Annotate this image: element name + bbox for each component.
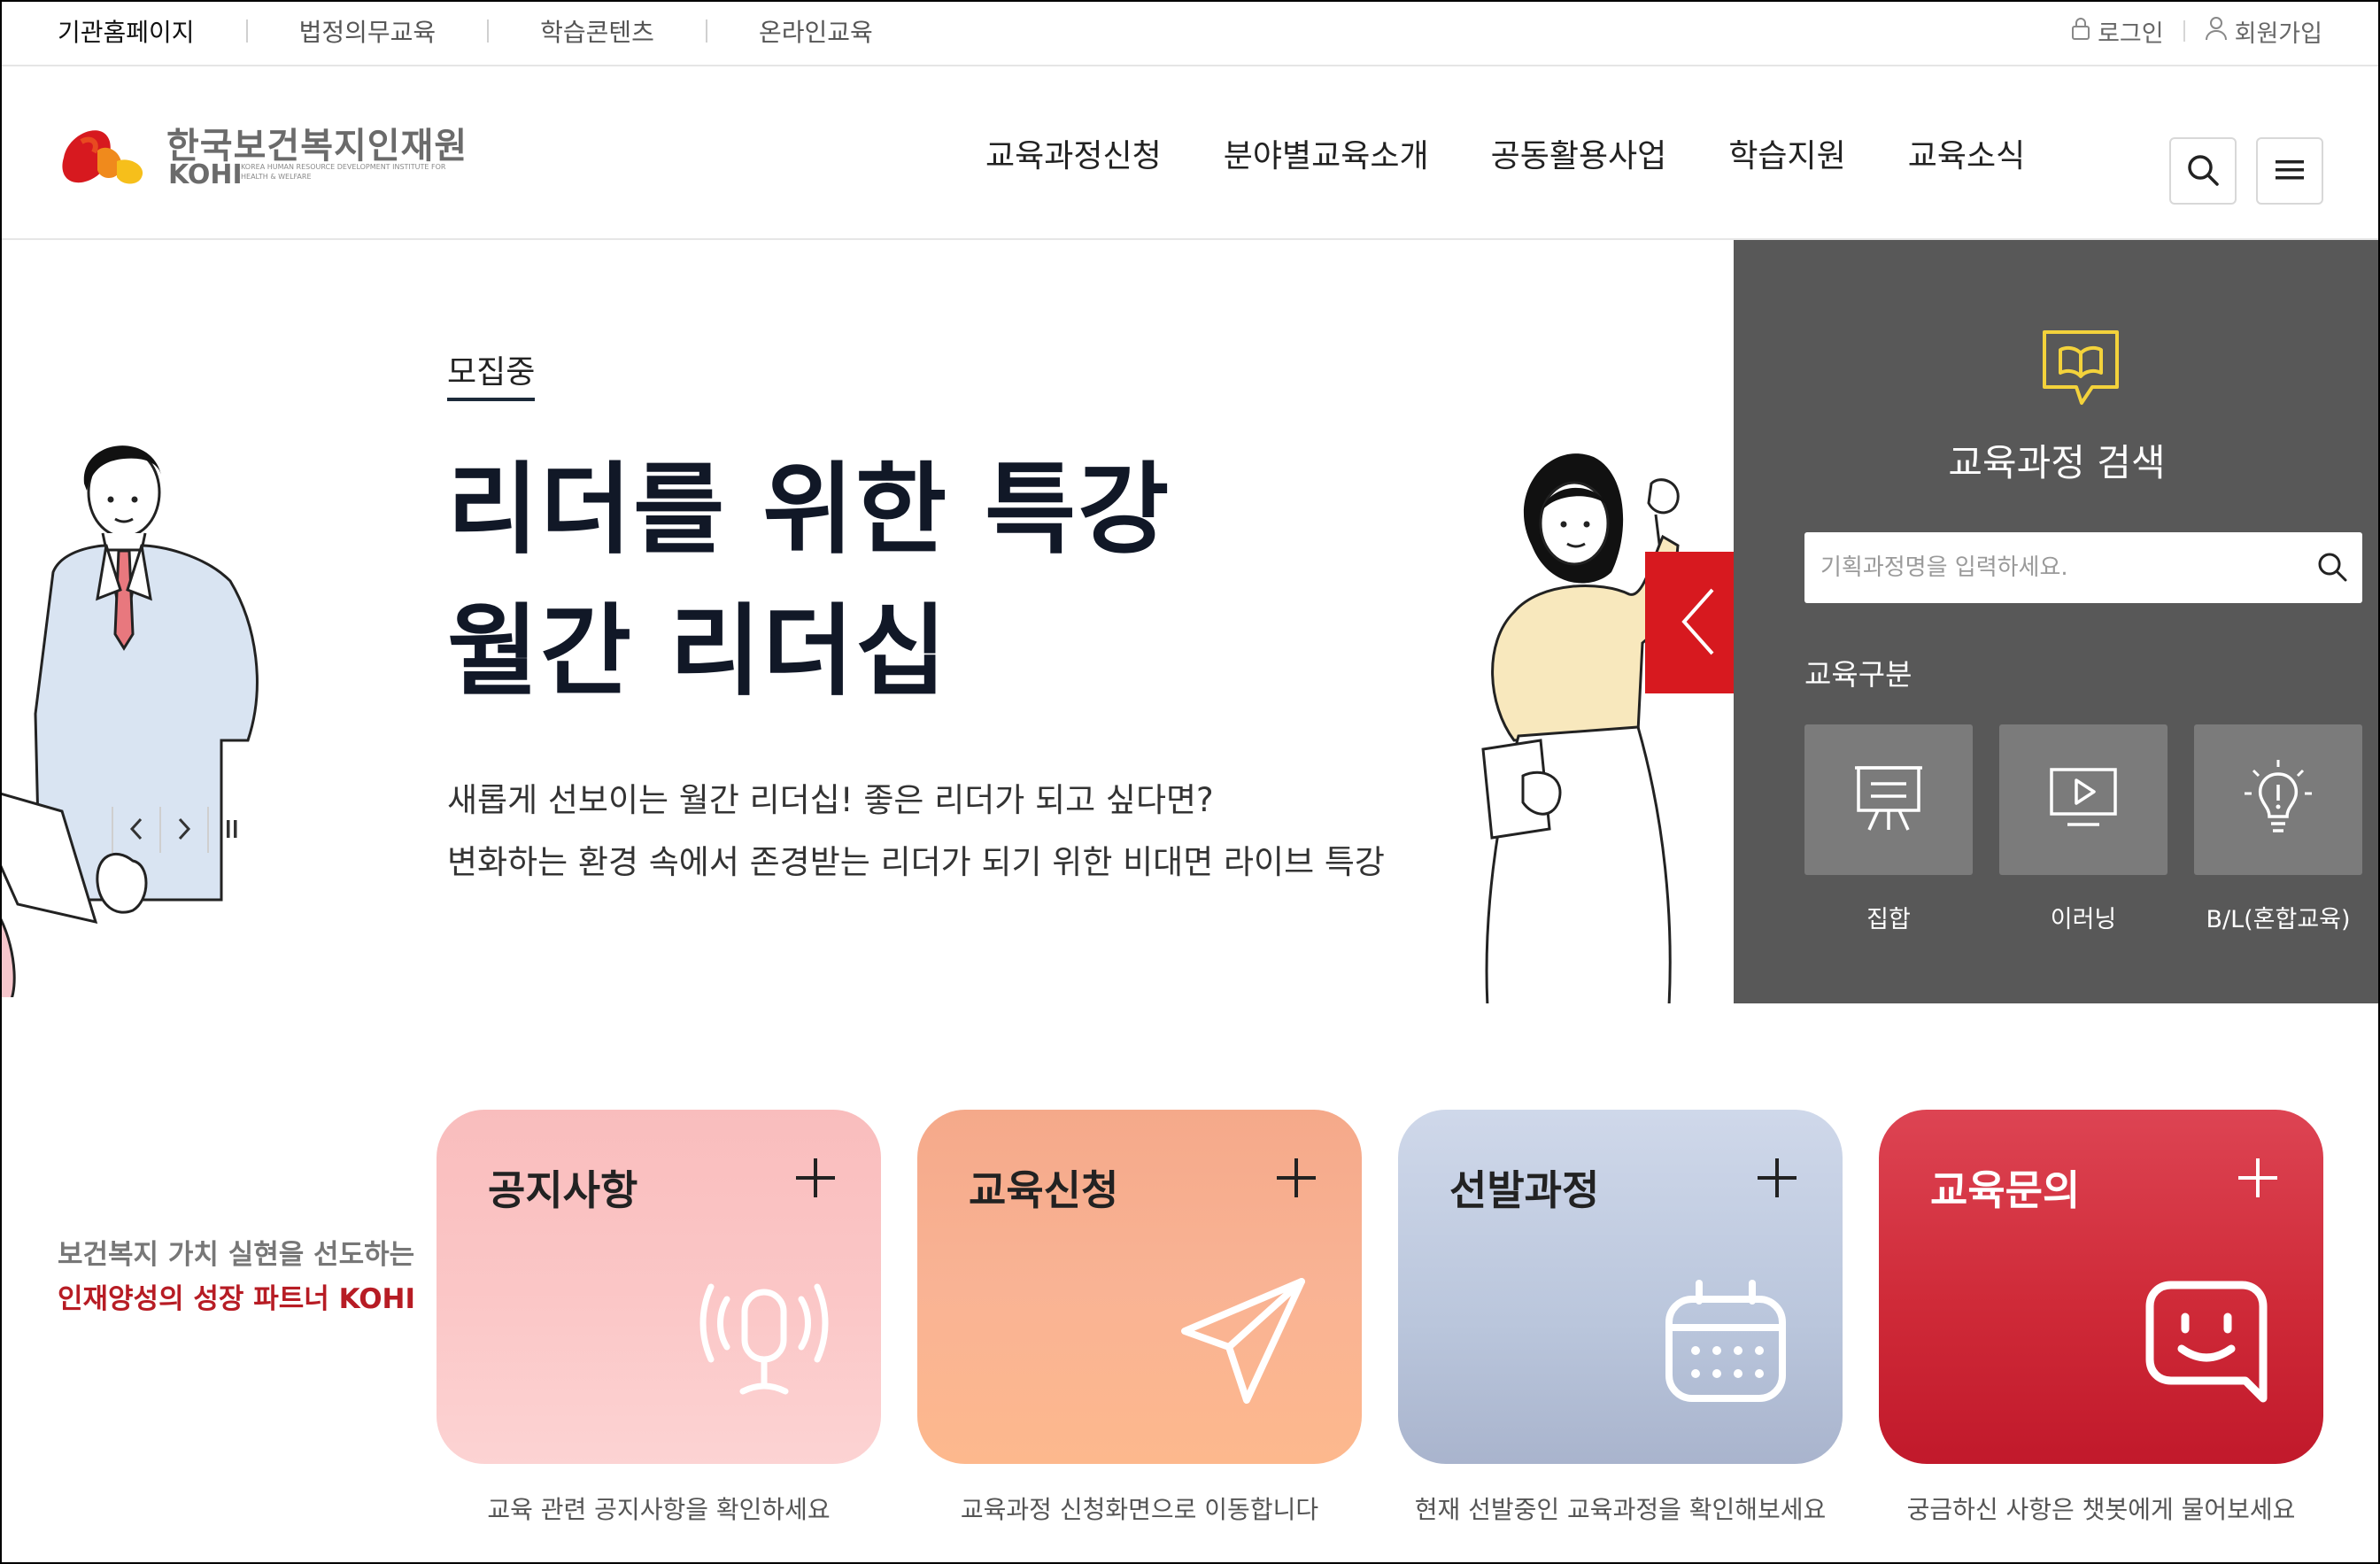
divider bbox=[487, 19, 490, 43]
category-tile[interactable] bbox=[2194, 724, 2362, 875]
account-links: 로그인 회원가입 bbox=[2071, 0, 2322, 62]
course-search-box bbox=[1804, 532, 2362, 603]
plus-icon bbox=[2238, 1158, 2277, 1197]
hero-description: 새롭게 선보이는 월간 리더십! 좋은 리더가 되고 싶다면? 변화하는 환경 … bbox=[447, 770, 1385, 894]
logo-english-name: KOHI bbox=[168, 159, 243, 190]
hero-title: 리더를 위한 특강 월간 리더십 bbox=[447, 439, 1171, 723]
divider bbox=[705, 19, 707, 43]
utility-bar: 기관홈페이지 법정의무교육 학습콘텐츠 온라인교육 로그인 회원가입 bbox=[0, 0, 2380, 66]
divider bbox=[2183, 20, 2185, 42]
kohi-logo[interactable]: 한국보건복지인재원 KOHI KOREA HUMAN RESOURCE DEVE… bbox=[55, 115, 467, 195]
category-tile[interactable] bbox=[1999, 724, 2168, 875]
search-icon bbox=[2185, 152, 2221, 190]
category-elearning[interactable]: 이러닝 bbox=[1999, 724, 2168, 934]
divider bbox=[245, 19, 248, 43]
calendar-icon bbox=[1655, 1274, 1797, 1411]
slogan: 보건복지 가치 실현을 선도하는 인재양성의 성장 파트너 KOHI bbox=[58, 1233, 415, 1321]
plus-icon bbox=[796, 1158, 835, 1197]
course-search-panel: 교육과정 검색 교육구분 집합 이러닝 bbox=[1734, 240, 2380, 1003]
card-description: 궁금하신 사항은 챗봇에게 물어보세요 bbox=[1906, 1495, 2296, 1524]
category-tile[interactable] bbox=[1804, 724, 1973, 875]
card-title: 교육문의 bbox=[1930, 1166, 2081, 1214]
education-type-label: 교육구분 bbox=[1804, 657, 1912, 692]
chevron-left-icon bbox=[128, 817, 144, 844]
main-header: 한국보건복지인재원 KOHI KOREA HUMAN RESOURCE DEVE… bbox=[0, 66, 2380, 240]
lock-icon bbox=[2071, 16, 2090, 47]
chevron-left-icon bbox=[1677, 586, 1719, 660]
lecture-board-icon bbox=[1851, 761, 1926, 839]
divider bbox=[207, 807, 209, 853]
monitor-play-icon bbox=[2046, 761, 2121, 839]
divider bbox=[112, 807, 113, 853]
hero-desc-line2: 변화하는 환경 속에서 존경받는 리더가 되기 위한 비대면 라이브 특강 bbox=[447, 843, 1385, 881]
microphone-icon bbox=[693, 1274, 835, 1411]
utility-nav: 기관홈페이지 법정의무교육 학습콘텐츠 온라인교육 bbox=[58, 0, 873, 62]
hero-desc-line1: 새롭게 선보이는 월간 리더십! 좋은 리더가 되고 싶다면? bbox=[447, 781, 1214, 819]
signup-link[interactable]: 회원가입 bbox=[2205, 14, 2322, 49]
signup-label: 회원가입 bbox=[2234, 19, 2322, 48]
plus-icon bbox=[1758, 1158, 1797, 1197]
hero-title-line1: 리더를 위한 특강 bbox=[447, 453, 1171, 568]
category-label: 이러닝 bbox=[2050, 906, 2117, 933]
slogan-line2: 인재양성의 성장 파트너 KOHI bbox=[58, 1283, 416, 1315]
nav-learning-support[interactable]: 학습지원 bbox=[1728, 130, 1845, 176]
divider bbox=[159, 807, 161, 853]
man-illustration bbox=[0, 422, 283, 1003]
notice-card[interactable]: 공지사항 bbox=[437, 1110, 881, 1464]
logo-mark-icon bbox=[55, 115, 152, 194]
user-icon bbox=[2205, 16, 2228, 47]
card-description: 교육과정 신청화면으로 이동합니다 bbox=[960, 1495, 1319, 1524]
all-menu-button[interactable] bbox=[2256, 137, 2323, 205]
education-type-list: 집합 이러닝 B/L(혼합교육) bbox=[1804, 724, 2362, 934]
card-title: 공지사항 bbox=[488, 1166, 638, 1214]
nav-education-news[interactable]: 교육소식 bbox=[1908, 130, 2025, 176]
course-search-input[interactable] bbox=[1804, 554, 2283, 581]
search-panel-title: 교육과정 검색 bbox=[1948, 441, 2166, 484]
slide-controls bbox=[106, 807, 250, 853]
recruiting-badge: 모집중 bbox=[447, 346, 536, 401]
card-title: 선발과정 bbox=[1449, 1166, 1600, 1214]
plus-icon bbox=[1277, 1158, 1316, 1197]
apply-card[interactable]: 교육신청 bbox=[917, 1110, 1362, 1464]
util-link-learning-contents[interactable]: 학습콘텐츠 bbox=[540, 13, 654, 49]
util-link-mandatory-education[interactable]: 법정의무교육 bbox=[299, 13, 437, 49]
book-chat-icon bbox=[2041, 329, 2121, 412]
card-description: 교육 관련 공지사항을 확인하세요 bbox=[487, 1495, 831, 1524]
pause-icon bbox=[224, 817, 240, 844]
util-link-institution-home[interactable]: 기관홈페이지 bbox=[58, 13, 195, 49]
card-title: 교육신청 bbox=[969, 1166, 1119, 1214]
category-label: B/L(혼합교육) bbox=[2206, 906, 2351, 933]
slogan-line1: 보건복지 가치 실현을 선도하는 bbox=[58, 1239, 415, 1271]
hamburger-icon bbox=[2274, 157, 2306, 186]
login-link[interactable]: 로그인 bbox=[2071, 14, 2164, 49]
chatbot-icon bbox=[2136, 1274, 2277, 1411]
nav-field-education[interactable]: 분야별교육소개 bbox=[1224, 130, 1429, 176]
inquiry-card[interactable]: 교육문의 bbox=[1879, 1110, 2323, 1464]
search-icon bbox=[2316, 551, 2348, 585]
header-search-button[interactable] bbox=[2169, 137, 2237, 205]
lightbulb-icon bbox=[2241, 758, 2315, 841]
woman-illustration bbox=[1452, 439, 1682, 1003]
category-classroom[interactable]: 집합 bbox=[1804, 724, 1973, 934]
selection-card[interactable]: 선발과정 bbox=[1398, 1110, 1843, 1464]
category-blended[interactable]: B/L(혼합교육) bbox=[2194, 724, 2362, 934]
paper-plane-icon bbox=[1174, 1274, 1316, 1411]
slide-pause-button[interactable] bbox=[214, 812, 250, 848]
course-search-button[interactable] bbox=[2314, 550, 2350, 585]
slide-prev-button[interactable] bbox=[119, 812, 154, 848]
login-label: 로그인 bbox=[2098, 19, 2164, 48]
hero-banner[interactable]: 모집중 리더를 위한 특강 월간 리더십 새롭게 선보이는 월간 리더십! 좋은… bbox=[0, 240, 1734, 1003]
nav-joint-project[interactable]: 공동활용사업 bbox=[1491, 130, 1667, 176]
nav-course-application[interactable]: 교육과정신청 bbox=[985, 130, 1162, 176]
category-label: 집합 bbox=[1866, 906, 1911, 933]
util-link-online-education[interactable]: 온라인교육 bbox=[759, 13, 873, 49]
chevron-right-icon bbox=[176, 817, 192, 844]
main-nav: 교육과정신청 분야별교육소개 공동활용사업 학습지원 교육소식 bbox=[985, 66, 2025, 240]
hero-title-line2: 월간 리더십 bbox=[447, 594, 949, 709]
card-description: 현재 선발중인 교육과정을 확인해보세요 bbox=[1414, 1495, 1827, 1524]
slide-next-button[interactable] bbox=[166, 812, 202, 848]
logo-english-subtitle: KOREA HUMAN RESOURCE DEVELOPMENT INSTITU… bbox=[241, 163, 446, 181]
